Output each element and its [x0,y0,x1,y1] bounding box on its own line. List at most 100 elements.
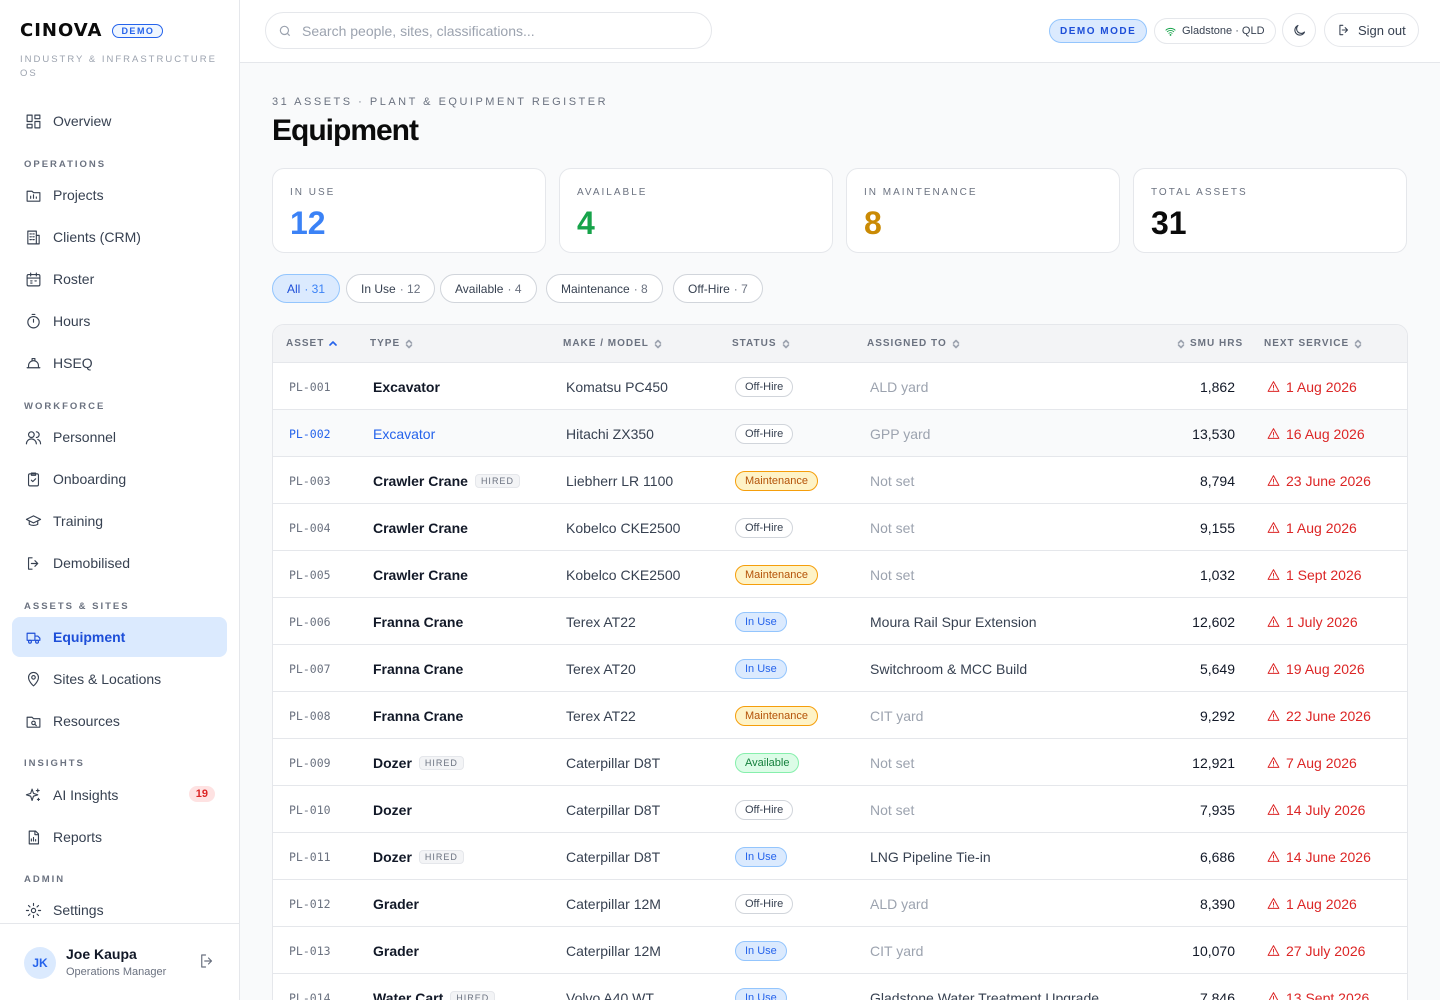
filter-label: Available [455,281,504,296]
column-header-asset[interactable]: ASSET [286,338,338,349]
assigned-to: Not set [870,519,915,536]
asset-type[interactable]: Dozer [373,849,412,865]
asset-type[interactable]: Dozer [373,802,412,818]
filter-maintenance[interactable]: Maintenance · 8 [546,274,663,303]
status-cell: Maintenance [735,692,818,739]
table-row[interactable]: PL-002 Excavator Hitachi ZX350 Off-Hire GPP … [273,410,1407,457]
asset-type[interactable]: Excavator [373,379,440,395]
filter-off-hire[interactable]: Off-Hire · 7 [673,274,763,303]
asset-type[interactable]: Grader [373,896,419,912]
asset-id[interactable]: PL-001 [289,363,331,410]
assigned-to: Gladstone Water Treatment Upgrade [870,989,1100,1000]
asset-type[interactable]: Excavator [373,426,435,442]
status-cell: Available [735,739,800,786]
sidebar-item-roster[interactable]: Roster [12,259,227,299]
asset-type[interactable]: Crawler Crane [373,473,468,489]
asset-id[interactable]: PL-004 [289,504,331,551]
asset-id[interactable]: PL-008 [289,692,331,739]
asset-type[interactable]: Crawler Crane [373,567,468,583]
stat-card-in-use: IN USE 12 [272,168,546,253]
table-row[interactable]: PL-004 Crawler Crane Kobelco CKE2500 Off-Hi… [273,504,1407,551]
sidebar-item-personnel[interactable]: Personnel [12,417,227,457]
sign-out-button[interactable]: Sign out [1324,13,1419,47]
sidebar-item-ai-insights[interactable]: AI Insights 19 [12,775,227,815]
table-row[interactable]: PL-014 Water Cart HIRED Volvo A40 WT In Use G… [273,974,1407,1000]
search-input[interactable] [302,22,692,39]
column-header-type[interactable]: TYPE [370,338,413,349]
asset-type[interactable]: Crawler Crane [373,520,468,536]
sidebar-item-overview[interactable]: Overview [12,101,227,141]
logout-icon[interactable] [198,952,216,970]
table-row[interactable]: PL-013 Grader Caterpillar 12M In Use CIT yar… [273,927,1407,974]
sidebar-item-hseq[interactable]: HSEQ [12,343,227,383]
column-header-next-service[interactable]: NEXT SERVICE [1264,338,1362,349]
sidebar-item-hours[interactable]: Hours [12,301,227,341]
smu-hours: 7,935 [1199,801,1235,818]
sidebar-item-projects[interactable]: Projects [12,175,227,215]
equipment-table: ASSET TYPE MAKE / MODEL STATUS ASSIGNED … [272,324,1408,1000]
asset-id[interactable]: PL-009 [289,739,331,786]
asset-id[interactable]: PL-010 [289,786,331,833]
sidebar-item-sites[interactable]: Sites & Locations [12,659,227,699]
assigned-to: Moura Rail Spur Extension [870,613,1037,630]
filter-all[interactable]: All · 31 [272,274,341,303]
brand[interactable]: CINOVA DEMO [20,20,164,41]
asset-id[interactable]: PL-011 [289,833,331,880]
avatar[interactable]: JK [24,947,56,979]
table-row[interactable]: PL-001 Excavator Komatsu PC450 Off-Hire ALD … [273,363,1407,410]
sidebar-item-resources[interactable]: Resources [12,701,227,741]
next-service-date: 1 July 2026 [1286,613,1358,630]
alert-triangle-icon [1267,522,1280,533]
asset-id[interactable]: PL-007 [289,645,331,692]
table-row[interactable]: PL-008 Franna Crane Terex AT22 Maintenance C… [273,692,1407,739]
asset-id[interactable]: PL-013 [289,927,331,974]
make-model: Terex AT22 [566,707,636,724]
table-row[interactable]: PL-006 Franna Crane Terex AT22 In Use Moura … [273,598,1407,645]
asset-type-cell: Franna Crane [373,598,463,645]
theme-toggle-button[interactable] [1282,13,1316,47]
sidebar-item-training[interactable]: Training [12,501,227,541]
table-row[interactable]: PL-011 Dozer HIRED Caterpillar D8T In Use LNG… [273,833,1407,880]
asset-type-cell: Dozer [373,786,412,833]
filter-in-use[interactable]: In Use · 12 [346,274,436,303]
asset-id[interactable]: PL-003 [289,457,331,504]
asset-type[interactable]: Franna Crane [373,661,463,677]
column-header-smu[interactable]: SMU HRS [1177,338,1243,349]
asset-type[interactable]: Water Cart [373,990,443,1000]
sidebar-item-label: Projects [53,187,104,203]
table-row[interactable]: PL-012 Grader Caterpillar 12M Off-Hire ALD y… [273,880,1407,927]
status-badge: Off-Hire [735,799,794,820]
search-bar[interactable] [265,12,712,49]
column-header-make[interactable]: MAKE / MODEL [563,338,662,349]
table-row[interactable]: PL-007 Franna Crane Terex AT20 In Use Switch… [273,645,1407,692]
asset-id[interactable]: PL-002 [289,410,331,457]
sidebar-item-label: Sites & Locations [53,671,162,687]
sidebar-item-demobilised[interactable]: Demobilised [12,543,227,583]
sidebar-item-equipment[interactable]: Equipment [12,617,227,657]
table-row[interactable]: PL-003 Crawler Crane HIRED Liebherr LR 1100… [273,457,1407,504]
sidebar-item-onboarding[interactable]: Onboarding [12,459,227,499]
column-label: ASSET [286,338,325,349]
table-row[interactable]: PL-010 Dozer Caterpillar D8T Off-Hire Not se… [273,786,1407,833]
sidebar-item-clients[interactable]: Clients (CRM) [12,217,227,257]
table-row[interactable]: PL-009 Dozer HIRED Caterpillar D8T Available… [273,739,1407,786]
table-header: ASSET TYPE MAKE / MODEL STATUS ASSIGNED … [273,325,1407,363]
asset-type[interactable]: Franna Crane [373,614,463,630]
column-header-assigned[interactable]: ASSIGNED TO [867,338,960,349]
sort-ascending-icon [329,340,338,346]
asset-id[interactable]: PL-005 [289,551,331,598]
asset-type[interactable]: Franna Crane [373,708,463,724]
filter-label: All [287,281,301,296]
sidebar-item-label: Training [53,513,104,529]
column-header-status[interactable]: STATUS [732,338,790,349]
sidebar-item-reports[interactable]: Reports [12,817,227,857]
location-indicator[interactable]: Gladstone · QLD [1154,18,1276,44]
table-row[interactable]: PL-005 Crawler Crane Kobelco CKE2500 Mainte… [273,551,1407,598]
asset-id[interactable]: PL-012 [289,880,331,927]
filter-available[interactable]: Available · 4 [440,274,537,303]
asset-type[interactable]: Grader [373,943,419,959]
asset-type[interactable]: Dozer [373,755,412,771]
sidebar-item-label: Resources [53,713,120,729]
asset-id[interactable]: PL-014 [289,974,331,1000]
asset-id[interactable]: PL-006 [289,598,331,645]
